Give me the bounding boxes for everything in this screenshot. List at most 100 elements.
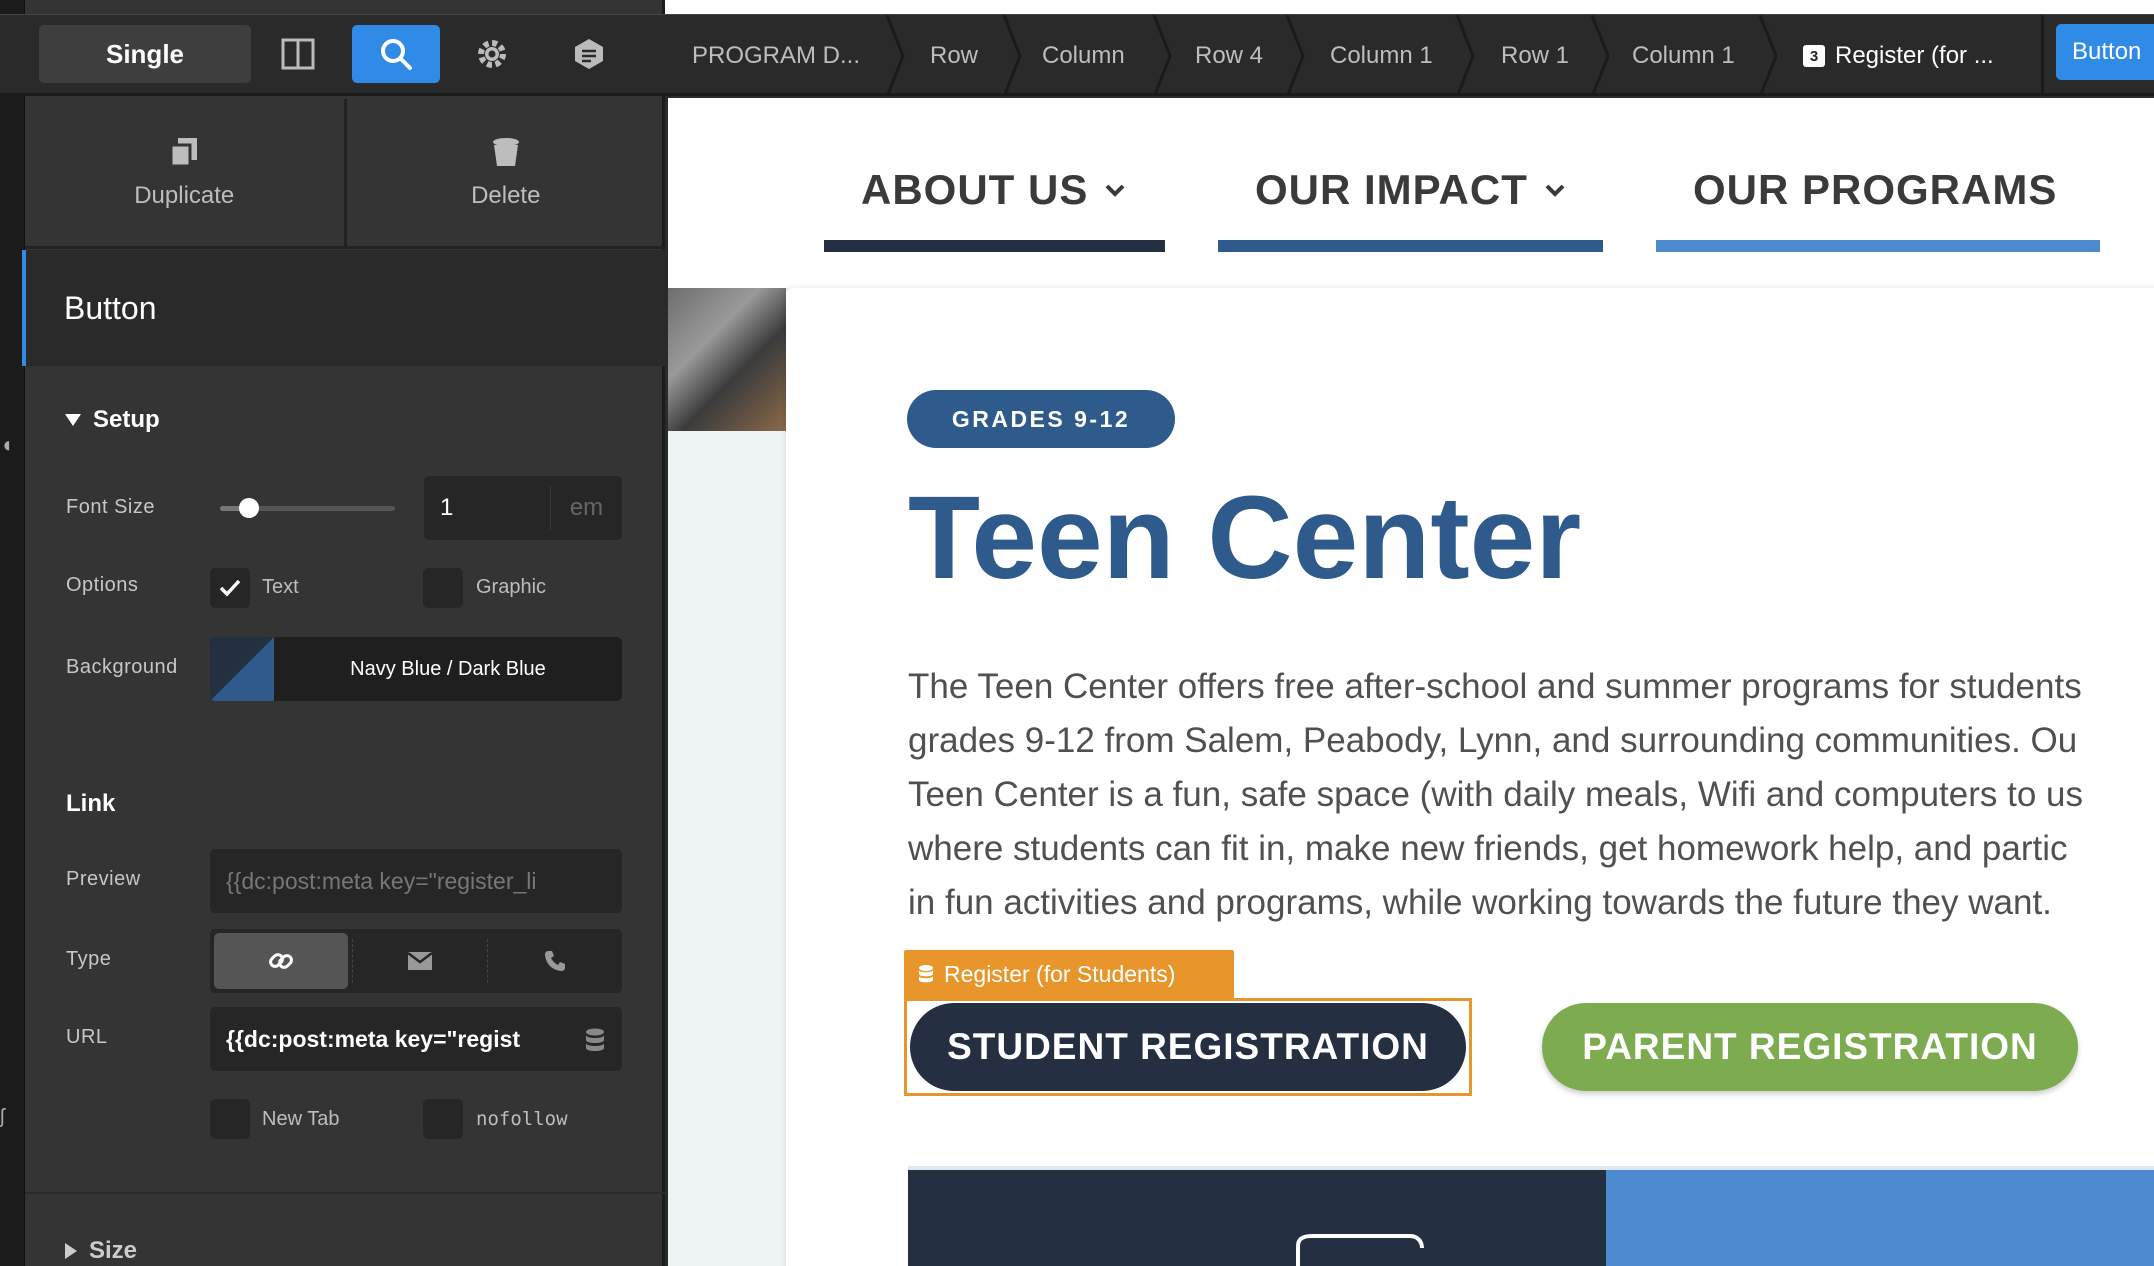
duplicate-icon	[169, 137, 198, 167]
checkmark-icon	[219, 579, 241, 597]
nav-about-us-label: ABOUT US	[861, 166, 1089, 213]
student-registration-button[interactable]: STUDENT REGISTRATION	[910, 1003, 1466, 1091]
option-graphic-checkbox[interactable]	[423, 568, 463, 608]
breadcrumb-separator	[1590, 15, 1610, 93]
page-title: Teen Center	[908, 472, 1582, 604]
font-size-slider-fill	[220, 506, 241, 511]
collapse-arrow-icon	[65, 414, 81, 426]
nav-underline	[824, 240, 1165, 252]
breadcrumb-item[interactable]: Column	[1042, 15, 1125, 93]
nav-our-impact[interactable]: OUR IMPACT	[1255, 166, 1566, 214]
breadcrumb-item[interactable]: Row 1	[1501, 15, 1569, 93]
chevron-down-icon	[1105, 184, 1125, 197]
site-nav: ABOUT US OUR IMPACT OUR PROGRAMS	[668, 98, 2154, 288]
breadcrumb-divider	[2041, 15, 2044, 93]
breadcrumb-separator	[1285, 15, 1305, 93]
inspector-panel: Single Duplicate Delete Button Setup Fon…	[0, 0, 665, 1266]
panel-toolbar: Single	[0, 14, 665, 96]
font-size-label: Font Size	[66, 496, 155, 518]
gear-icon[interactable]	[448, 25, 536, 83]
breadcrumb-separator	[1455, 15, 1475, 93]
layout-columns-icon[interactable]	[254, 25, 342, 83]
duplicate-button[interactable]: Duplicate	[25, 99, 344, 246]
feature-block-blue	[1606, 1170, 2154, 1266]
section-divider	[25, 1192, 665, 1194]
options-label: Options	[66, 574, 139, 596]
breadcrumb-separator	[885, 15, 905, 93]
font-size-slider-knob[interactable]	[239, 498, 259, 518]
url-value: {{dc:post:meta key="regist	[226, 1025, 521, 1052]
breadcrumb-current-label: Register (for ...	[1835, 42, 1994, 69]
type-label: Type	[66, 948, 112, 970]
link-type-selector	[210, 929, 622, 993]
font-size-slider[interactable]	[220, 498, 395, 518]
paragraph-line: grades 9-12 from Salem, Peabody, Lynn, a…	[908, 721, 2078, 760]
link-icon	[269, 953, 293, 969]
paragraph-line: Teen Center is a fun, safe space (with d…	[908, 775, 2083, 814]
element-title: Button	[22, 250, 665, 366]
page-preview: ABOUT US OUR IMPACT OUR PROGRAMS GRADES …	[668, 98, 2154, 1266]
link-type-url[interactable]	[214, 933, 348, 989]
option-text-checkbox[interactable]	[210, 568, 250, 608]
breadcrumb-item[interactable]: Row 4	[1195, 15, 1263, 93]
breadcrumb-current[interactable]: 3 Register (for ...	[1803, 15, 1994, 93]
search-icon[interactable]	[352, 25, 440, 83]
breadcrumb-item[interactable]: Column 1	[1632, 15, 1735, 93]
builder-app: ◖ ʃ Single Duplicate Delete Button Setup…	[0, 0, 2154, 1266]
background-color-picker[interactable]: Navy Blue / Dark Blue	[210, 637, 622, 701]
nav-underline	[1218, 240, 1603, 252]
font-size-value: 1	[440, 494, 454, 521]
size-heading: Size	[89, 1237, 138, 1264]
expand-arrow-icon	[65, 1243, 77, 1259]
breadcrumb-separator	[1152, 15, 1172, 93]
url-label: URL	[66, 1026, 108, 1048]
link-type-phone[interactable]	[488, 929, 622, 993]
single-view-button[interactable]: Single	[39, 25, 251, 83]
new-tab-label: New Tab	[262, 1108, 340, 1130]
background-value: Navy Blue / Dark Blue	[350, 657, 546, 680]
nav-underline	[1656, 240, 2100, 252]
breadcrumb-item[interactable]: Column 1	[1330, 15, 1433, 93]
duplicate-label: Duplicate	[134, 181, 235, 209]
paragraph-line: where students can fit in, make new frie…	[908, 829, 2068, 868]
setup-section-toggle[interactable]: Setup	[65, 406, 160, 434]
dynamic-content-icon	[919, 965, 933, 983]
link-heading: Link	[66, 790, 116, 817]
feature-block-dark	[908, 1170, 1606, 1266]
breadcrumb-separator	[1002, 15, 1022, 93]
edge-handle-icon: ʃ	[0, 1106, 5, 1128]
selection-tag[interactable]: Register (for Students)	[904, 950, 1234, 998]
nav-our-programs-label: OUR PROGRAMS	[1693, 166, 2058, 213]
element-actions: Duplicate Delete	[25, 99, 665, 249]
new-tab-checkbox[interactable]	[210, 1099, 250, 1139]
left-edge-strip: ◖ ʃ	[0, 0, 25, 1266]
preview-label: Preview	[66, 868, 141, 890]
nav-about-us[interactable]: ABOUT US	[861, 166, 1126, 214]
font-size-input[interactable]: 1 em	[424, 476, 622, 540]
nofollow-checkbox[interactable]	[423, 1099, 463, 1139]
background-swatch[interactable]	[210, 637, 274, 701]
delete-button[interactable]: Delete	[343, 99, 666, 246]
chevron-down-icon	[1545, 184, 1565, 197]
breadcrumb-separator	[1758, 15, 1778, 93]
breadcrumb-item[interactable]: Row	[930, 15, 978, 93]
breadcrumb-item[interactable]: PROGRAM D...	[692, 15, 860, 93]
trash-icon	[492, 137, 519, 166]
layers-icon[interactable]	[545, 25, 633, 83]
setup-heading: Setup	[93, 406, 160, 433]
size-section-toggle[interactable]: Size	[65, 1237, 137, 1265]
phone-icon	[545, 951, 565, 971]
link-type-email[interactable]	[352, 939, 488, 983]
font-size-unit[interactable]: em	[550, 486, 622, 530]
selection-tag-label: Register (for Students)	[944, 960, 1176, 987]
preview-field: {{dc:post:meta key="register_li	[210, 849, 622, 913]
paragraph-line: in fun activities and programs, while wo…	[908, 883, 2052, 922]
nav-our-impact-label: OUR IMPACT	[1255, 166, 1528, 213]
breadcrumb-badge: 3	[1803, 45, 1825, 67]
breadcrumb-button-element[interactable]: Button	[2056, 24, 2154, 80]
background-label: Background	[66, 656, 178, 678]
dynamic-content-icon[interactable]	[584, 1027, 606, 1053]
nav-our-programs[interactable]: OUR PROGRAMS	[1693, 166, 2057, 214]
url-input[interactable]: {{dc:post:meta key="regist	[210, 1007, 622, 1071]
parent-registration-button[interactable]: PARENT REGISTRATION	[1542, 1003, 2078, 1091]
